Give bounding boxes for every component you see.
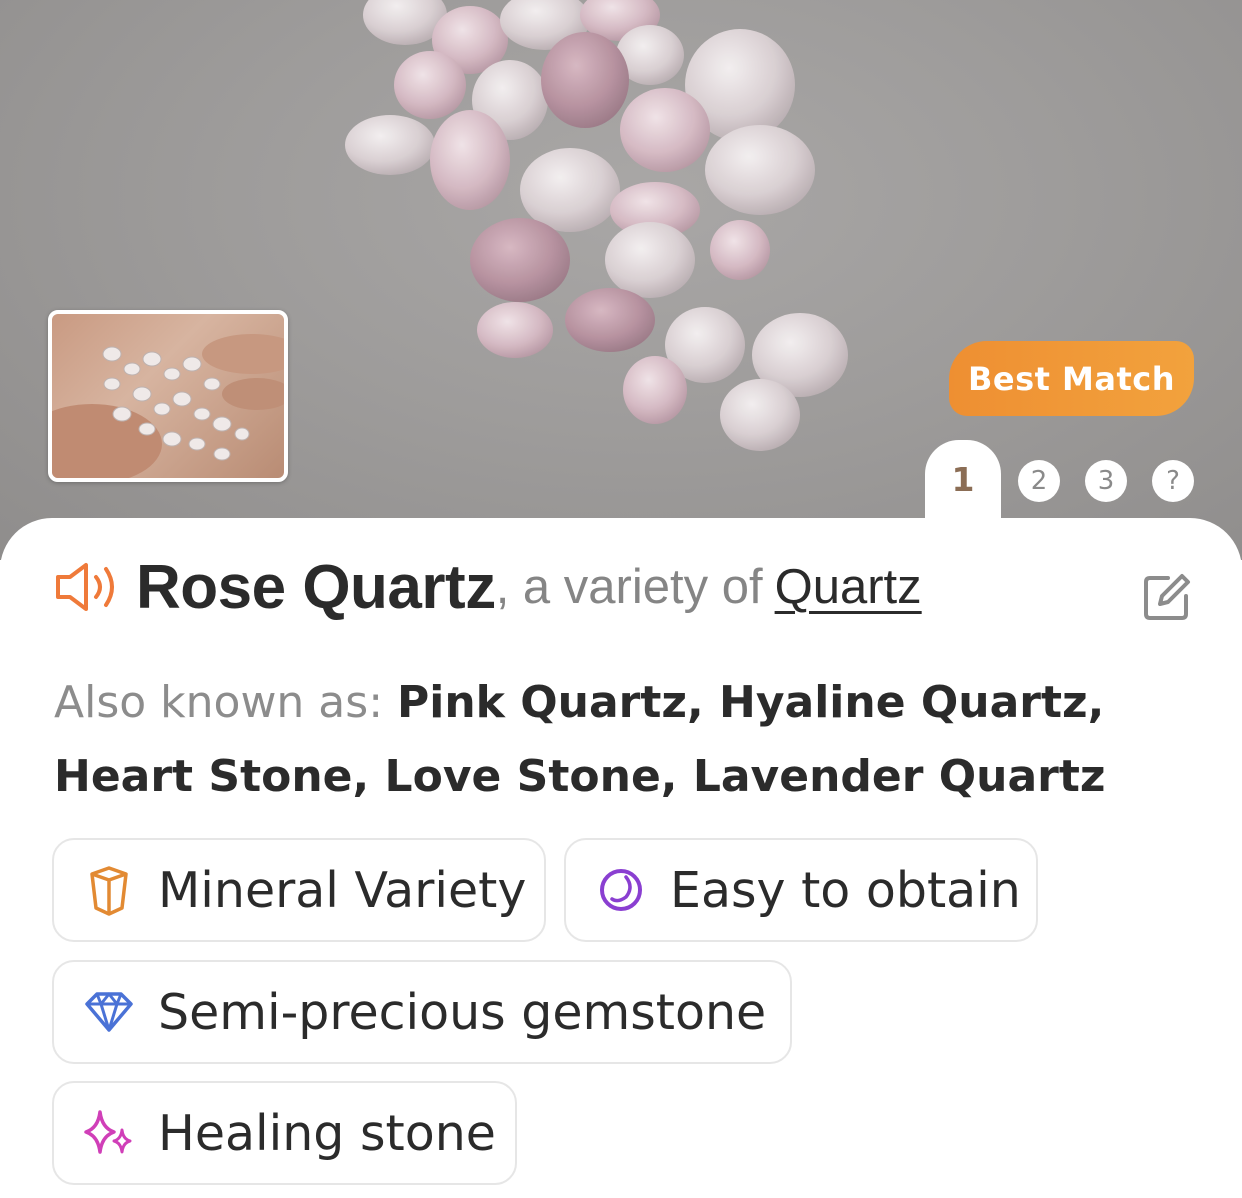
diamond-icon — [80, 983, 138, 1041]
stone-icon — [592, 861, 650, 919]
tag-semi-precious-gemstone[interactable]: Semi-precious gemstone — [52, 960, 792, 1064]
variety-of-text: , a variety of — [495, 560, 763, 614]
tag-label: Semi-precious gemstone — [158, 983, 767, 1041]
edit-icon[interactable] — [1140, 572, 1192, 624]
title-row: Rose Quartz , a variety of Quartz — [52, 552, 922, 622]
crystal-icon — [80, 861, 138, 919]
tag-label: Easy to obtain — [670, 861, 1021, 919]
plant-id-result-screen: Best Match 1 2 3 ? Rose Quartz , a varie… — [0, 0, 1242, 1198]
stone-name: Rose Quartz — [136, 552, 496, 622]
tag-label: Mineral Variety — [158, 861, 527, 919]
thumbnail-photo[interactable] — [48, 310, 288, 482]
tag-label: Healing stone — [158, 1104, 496, 1162]
hand-with-stones-thumbnail — [52, 334, 284, 478]
speaker-icon[interactable] — [52, 557, 122, 617]
parent-mineral-link[interactable]: Quartz — [775, 559, 922, 615]
best-match-badge: Best Match — [949, 341, 1194, 416]
result-tab-2[interactable]: 2 — [1018, 460, 1060, 502]
tag-healing-stone[interactable]: Healing stone — [52, 1081, 517, 1185]
also-known-as: Also known as: Pink Quartz, Hyaline Quar… — [54, 666, 1154, 814]
result-tab-3[interactable]: 3 — [1085, 460, 1127, 502]
tag-mineral-variety[interactable]: Mineral Variety — [52, 838, 546, 942]
result-help-tab[interactable]: ? — [1152, 460, 1194, 502]
tag-easy-to-obtain[interactable]: Easy to obtain — [564, 838, 1038, 942]
result-tab-1-label: 1 — [951, 460, 975, 499]
result-tab-1[interactable]: 1 — [925, 440, 1001, 530]
also-known-as-label: Also known as: — [54, 677, 397, 728]
sparkle-icon — [80, 1104, 138, 1162]
